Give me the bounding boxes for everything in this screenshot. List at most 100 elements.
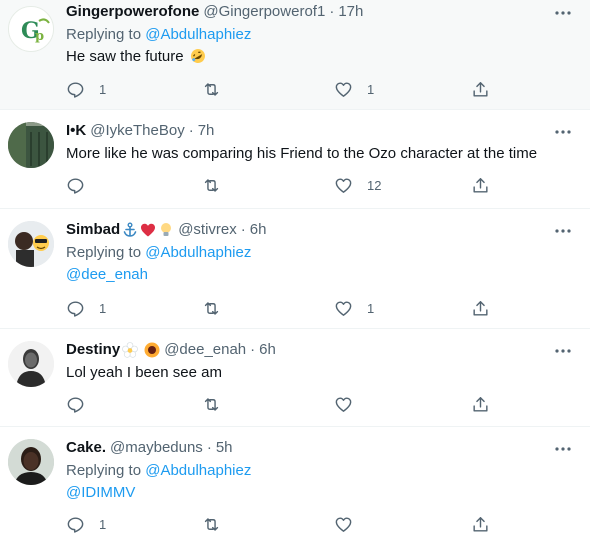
tweet-actions (66, 395, 496, 415)
user-handle[interactable]: @dee_enah (164, 340, 246, 360)
share-button[interactable] (471, 515, 490, 534)
share-button[interactable] (471, 176, 490, 195)
avatar[interactable]: G p (8, 6, 54, 52)
more-icon[interactable] (554, 123, 572, 141)
avatar-photo (8, 439, 54, 485)
share-icon (473, 178, 488, 193)
more-icon[interactable] (554, 342, 572, 360)
like-button[interactable]: 1 (334, 80, 374, 99)
tweet-actions: 1 1 (66, 299, 496, 319)
tweet-actions: 12 (66, 176, 496, 196)
like-button[interactable] (334, 395, 367, 414)
mention-link[interactable]: @IDIMMV (66, 484, 135, 501)
display-name[interactable]: Cake. (66, 438, 106, 458)
tweet-text: @dee_enah (66, 264, 550, 286)
tweet-feed: G p Gingerpowerofone @Gingerpowerof1 · 1… (0, 0, 590, 539)
tweet-header: Simbad @stivrex · 6h (66, 220, 550, 240)
like-icon (335, 397, 352, 412)
retweet-icon (204, 179, 219, 192)
timestamp[interactable]: 17h (338, 2, 363, 22)
retweet-icon (204, 518, 219, 531)
avatar-photo (8, 122, 54, 168)
display-name[interactable]: Simbad (66, 220, 120, 240)
reply-mention-link[interactable]: @Abdulhaphiez (145, 244, 251, 261)
avatar[interactable] (8, 341, 54, 387)
tweet-stivrex[interactable]: Simbad @stivrex · 6h Replying to @Abdulh… (0, 209, 590, 329)
like-icon (335, 301, 352, 316)
retweet-icon (204, 83, 219, 96)
timestamp[interactable]: 5h (216, 438, 233, 458)
tweet-gingerpowerofone[interactable]: G p Gingerpowerofone @Gingerpowerof1 · 1… (0, 0, 590, 110)
retweet-button[interactable] (202, 176, 235, 195)
sunflower-emoji-icon (144, 342, 160, 358)
reply-button[interactable]: 1 (66, 80, 106, 99)
tweet-text: @IDIMMV (66, 482, 550, 504)
avatar[interactable] (8, 221, 54, 267)
reply-mention-link[interactable]: @Abdulhaphiez (145, 26, 251, 43)
retweet-button[interactable] (202, 515, 235, 534)
anchor-emoji-icon (123, 222, 137, 237)
tweet-header: Destiny @dee_enah · 6h (66, 340, 550, 360)
retweet-button[interactable] (202, 395, 235, 414)
blossom-emoji-icon (122, 342, 138, 358)
retweet-icon (204, 398, 219, 411)
display-name[interactable]: Gingerpowerofone (66, 2, 199, 22)
retweet-button[interactable] (202, 299, 235, 318)
reply-icon (67, 517, 84, 533)
share-icon (473, 82, 488, 97)
heart-emoji-icon (141, 223, 156, 237)
svg-text:p: p (35, 29, 44, 44)
replying-to-label: Replying to (66, 462, 142, 479)
timestamp[interactable]: 6h (250, 220, 267, 240)
tweet-text-body: He saw the future (66, 48, 184, 65)
replying-to-label: Replying to (66, 26, 142, 43)
share-icon (473, 517, 488, 532)
more-icon[interactable] (554, 222, 572, 240)
reply-count: 1 (99, 517, 107, 532)
timestamp[interactable]: 6h (259, 340, 276, 360)
separator-dot: · (250, 341, 256, 358)
replying-to-label: Replying to (66, 244, 142, 261)
share-button[interactable] (471, 299, 490, 318)
tweet-dee-enah[interactable]: Destiny @dee_enah · 6h Lol yeah I been s… (0, 329, 590, 427)
like-button[interactable]: 1 (334, 299, 374, 318)
retweet-button[interactable] (202, 80, 235, 99)
user-handle[interactable]: @IykeTheBoy (90, 121, 184, 141)
display-name[interactable]: I•K (66, 121, 86, 141)
timestamp[interactable]: 7h (198, 121, 215, 141)
like-count: 12 (367, 178, 382, 193)
like-icon (335, 82, 352, 97)
reply-count: 1 (99, 301, 107, 316)
user-handle[interactable]: @maybeduns (110, 438, 203, 458)
reply-button[interactable] (66, 395, 99, 414)
reply-button[interactable]: 1 (66, 515, 106, 534)
reply-count: 1 (99, 82, 107, 97)
tweet-text: More like he was comparing his Friend to… (66, 145, 538, 162)
avatar-gp-logo: G p (9, 7, 53, 51)
avatar[interactable] (8, 122, 54, 168)
tweet-iyketheboy[interactable]: I•K @IykeTheBoy · 7h More like he was co… (0, 110, 590, 209)
reply-button[interactable]: 1 (66, 299, 106, 318)
tweet-maybeduns[interactable]: Cake. @maybeduns · 5h Replying to @Abdul… (0, 427, 590, 539)
like-button[interactable]: 12 (334, 176, 381, 195)
share-button[interactable] (471, 80, 490, 99)
share-icon (473, 397, 488, 412)
share-button[interactable] (471, 395, 490, 414)
user-handle[interactable]: @Gingerpowerof1 (203, 2, 325, 22)
separator-dot: · (240, 221, 246, 238)
more-icon[interactable] (554, 4, 572, 22)
replying-to-line: Replying to @Abdulhaphiez (66, 24, 550, 46)
reply-button[interactable] (66, 176, 99, 195)
mention-link[interactable]: @dee_enah (66, 266, 148, 283)
display-name[interactable]: Destiny (66, 340, 120, 360)
reply-icon (67, 178, 84, 194)
user-handle[interactable]: @stivrex (178, 220, 237, 240)
separator-dot: · (329, 3, 335, 20)
like-button[interactable] (334, 515, 367, 534)
more-icon[interactable] (554, 440, 572, 458)
reply-mention-link[interactable]: @Abdulhaphiez (145, 462, 251, 479)
avatar[interactable] (8, 439, 54, 485)
tweet-text: He saw the future (66, 46, 550, 68)
tweet-header: Cake. @maybeduns · 5h (66, 438, 550, 458)
avatar-photo (8, 221, 54, 267)
